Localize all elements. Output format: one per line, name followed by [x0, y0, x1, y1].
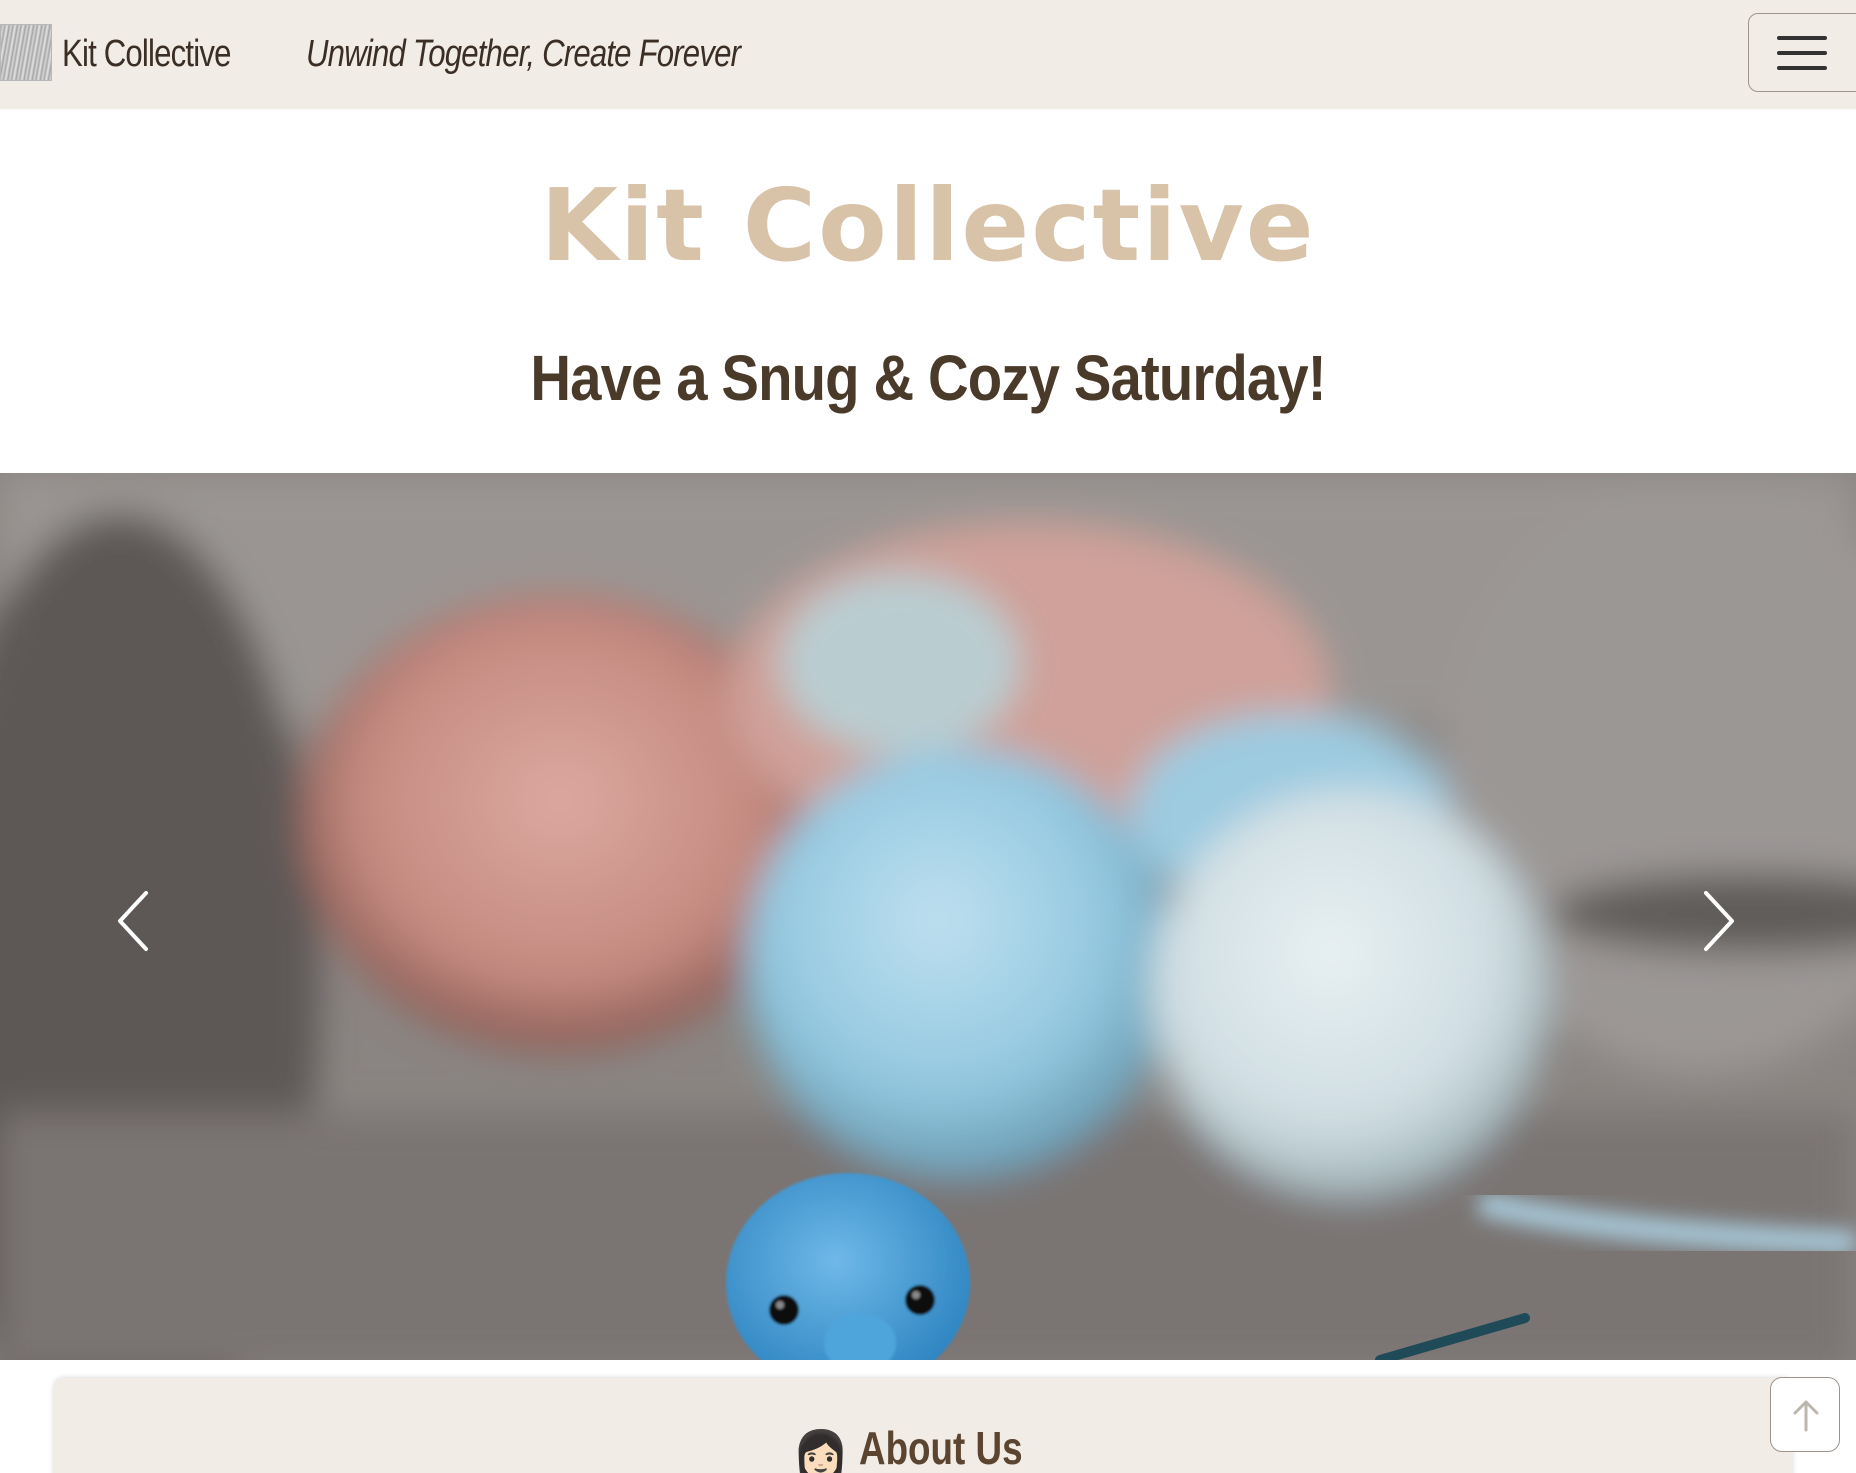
- back-to-top-button[interactable]: [1770, 1377, 1840, 1452]
- hamburger-menu-icon-bar-bottom: [1777, 66, 1827, 70]
- brand-logo-image[interactable]: [0, 24, 52, 81]
- hamburger-menu-button[interactable]: [1748, 13, 1856, 92]
- carousel-prev-button[interactable]: [102, 881, 162, 961]
- arrow-up-icon: [1793, 1400, 1819, 1432]
- chevron-right-icon: [1704, 891, 1734, 951]
- hamburger-menu-icon-bar-middle: [1777, 51, 1827, 55]
- woman-emoji-icon: 👩🏻: [792, 1428, 850, 1473]
- image-carousel: [0, 473, 1856, 1360]
- about-heading-label: About Us: [859, 1422, 1023, 1473]
- about-heading: 👩🏻 About Us: [0, 1418, 1856, 1473]
- brand-name-link[interactable]: Kit Collective: [62, 30, 231, 78]
- carousel-slide-image-yarn: [0, 473, 1856, 1360]
- greeting-heading: Have a Snug & Cozy Saturday!: [530, 342, 1326, 414]
- chevron-left-icon: [118, 891, 148, 951]
- tagline: Unwind Together, Create Forever: [306, 33, 741, 75]
- hamburger-menu-icon-bar-top: [1777, 36, 1827, 40]
- navbar: Kit Collective Unwind Together, Create F…: [0, 0, 1856, 109]
- carousel-next-button[interactable]: [1690, 881, 1750, 961]
- site-title: Kit Collective: [540, 167, 1316, 284]
